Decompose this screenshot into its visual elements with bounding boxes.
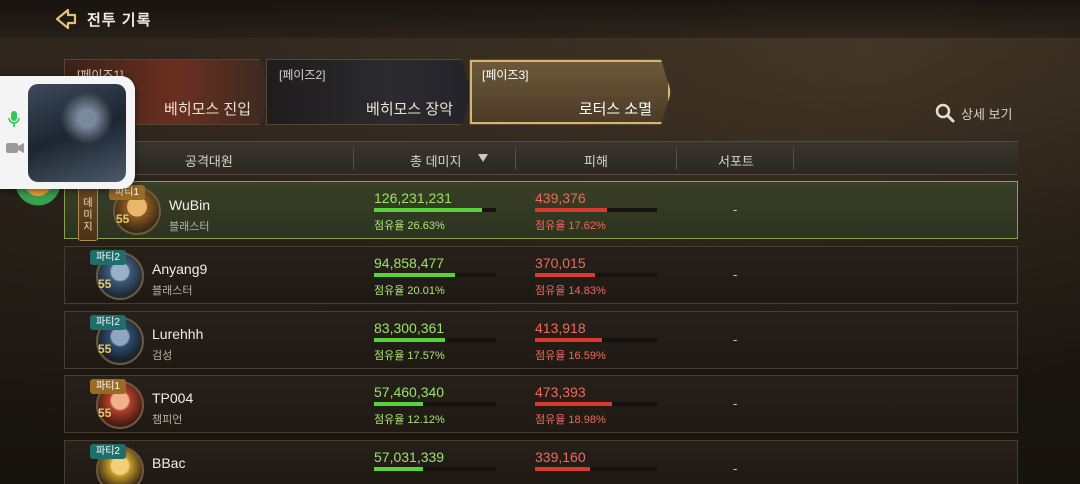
player-class: 챔피언: [152, 414, 183, 426]
party-badge: 파티2: [90, 315, 126, 330]
table-row[interactable]: 파티1 55 TP004 챔피언 57,460,340 점유율 12.12% 4…: [64, 375, 1018, 433]
party-badge: 파티2: [90, 250, 126, 265]
tab-label: 로터스 소멸: [578, 101, 652, 118]
detail-view-button[interactable]: 상세 보기: [935, 103, 1012, 123]
header-divider: [793, 148, 794, 170]
sort-down-icon[interactable]: [477, 153, 489, 163]
damage-taken-bar: [535, 208, 657, 212]
damage-share: 점유율 12.12%: [374, 414, 445, 426]
damage-value: 57,031,339: [374, 449, 445, 465]
header-divider: [676, 148, 677, 170]
player-name: Anyang9: [152, 261, 208, 277]
table-row[interactable]: 파티2 55 Lurehhh 검성 83,300,361 점유율 17.57% …: [64, 311, 1018, 369]
support-value: -: [733, 202, 738, 217]
player-name: BBac: [152, 455, 186, 471]
microphone-icon[interactable]: [7, 110, 21, 128]
player-class: 블래스터: [152, 285, 193, 297]
damage-taken-bar: [535, 338, 657, 342]
damage-value: 83,300,361: [374, 320, 445, 336]
damage-bar: [374, 208, 496, 212]
damage-bar: [374, 338, 496, 342]
damage-taken-share: 점유율 14.83%: [535, 285, 606, 297]
header-attacker: 공격대원: [185, 154, 233, 169]
damage-value: 57,460,340: [374, 384, 445, 400]
header-divider: [353, 148, 354, 170]
video-call-overlay[interactable]: [0, 76, 135, 189]
damage-value: 126,231,231: [374, 190, 452, 206]
top-damage-badge: 데 미 지: [78, 187, 98, 241]
damage-taken-value: 439,376: [535, 190, 586, 206]
level: 55: [98, 277, 112, 291]
player-class: 블래스터: [169, 221, 210, 233]
header-divider: [515, 148, 516, 170]
support-value: -: [733, 267, 738, 282]
damage-share: 점유율 26.63%: [374, 220, 445, 232]
table-row[interactable]: 파티2 BBac 57,031,339 339,160 -: [64, 440, 1018, 484]
damage-taken-bar: [535, 402, 657, 406]
player-class: 검성: [152, 350, 173, 362]
damage-taken-value: 473,393: [535, 384, 586, 400]
table-row[interactable]: 데 미 지 파티1 55 WuBin 블래스터 126,231,231 점유율 …: [64, 181, 1018, 241]
player-name: Lurehhh: [152, 326, 204, 342]
tab-phase-2[interactable]: [페이즈2] 베히모스 장악: [266, 59, 472, 125]
tab-label: 베히모스 진입: [164, 101, 251, 118]
level: 55: [116, 212, 130, 226]
header-damage-taken: 피해: [584, 154, 608, 169]
damage-bar: [374, 467, 496, 471]
level: 55: [98, 406, 112, 420]
damage-share: 점유율 17.57%: [374, 350, 445, 362]
header-total-damage[interactable]: 총 데미지: [410, 151, 461, 170]
damage-value: 94,858,477: [374, 255, 445, 271]
phase-tabs: [페이즈1] 베히모스 진입 [페이즈2] 베히모스 장악 [페이즈3] 로터스…: [64, 59, 684, 125]
player-name: WuBin: [169, 197, 210, 213]
damage-bar: [374, 273, 496, 277]
level: 55: [98, 342, 112, 356]
video-camera-icon[interactable]: [6, 142, 24, 154]
party-badge: 파티1: [90, 379, 126, 394]
support-value: -: [733, 396, 738, 411]
detail-view-label: 상세 보기: [961, 106, 1013, 122]
damage-taken-share: 점유율 16.59%: [535, 350, 606, 362]
damage-taken-bar: [535, 273, 657, 277]
player-name: TP004: [152, 390, 194, 406]
table-header: 공격대원 총 데미지 피해 서포트: [64, 141, 1018, 175]
damage-taken-value: 413,918: [535, 320, 586, 336]
damage-taken-value: 339,160: [535, 449, 586, 465]
damage-taken-value: 370,015: [535, 255, 586, 271]
support-value: -: [733, 332, 738, 347]
table-row[interactable]: 파티2 55 Anyang9 블래스터 94,858,477 점유율 20.01…: [64, 246, 1018, 304]
damage-share: 점유율 20.01%: [374, 285, 445, 297]
damage-bar: [374, 402, 496, 406]
damage-taken-share: 점유율 18.98%: [535, 414, 606, 426]
tab-prefix: [페이즈2]: [279, 68, 326, 82]
header-support: 서포트: [718, 154, 754, 169]
tab-label: 베히모스 장악: [366, 101, 453, 118]
damage-taken-bar: [535, 467, 657, 471]
support-value: -: [733, 461, 738, 476]
tab-prefix: [페이즈3]: [482, 68, 529, 82]
back-arrow-icon[interactable]: [54, 8, 78, 30]
page-title: 전투 기록: [87, 12, 152, 29]
party-badge: 파티2: [90, 444, 126, 459]
video-thumbnail[interactable]: [28, 84, 126, 182]
tab-phase-3[interactable]: [페이즈3] 로터스 소멸: [469, 59, 671, 125]
top-bar: 전투 기록: [0, 0, 1080, 38]
search-icon: [935, 103, 955, 123]
damage-taken-share: 점유율 17.62%: [535, 220, 606, 232]
